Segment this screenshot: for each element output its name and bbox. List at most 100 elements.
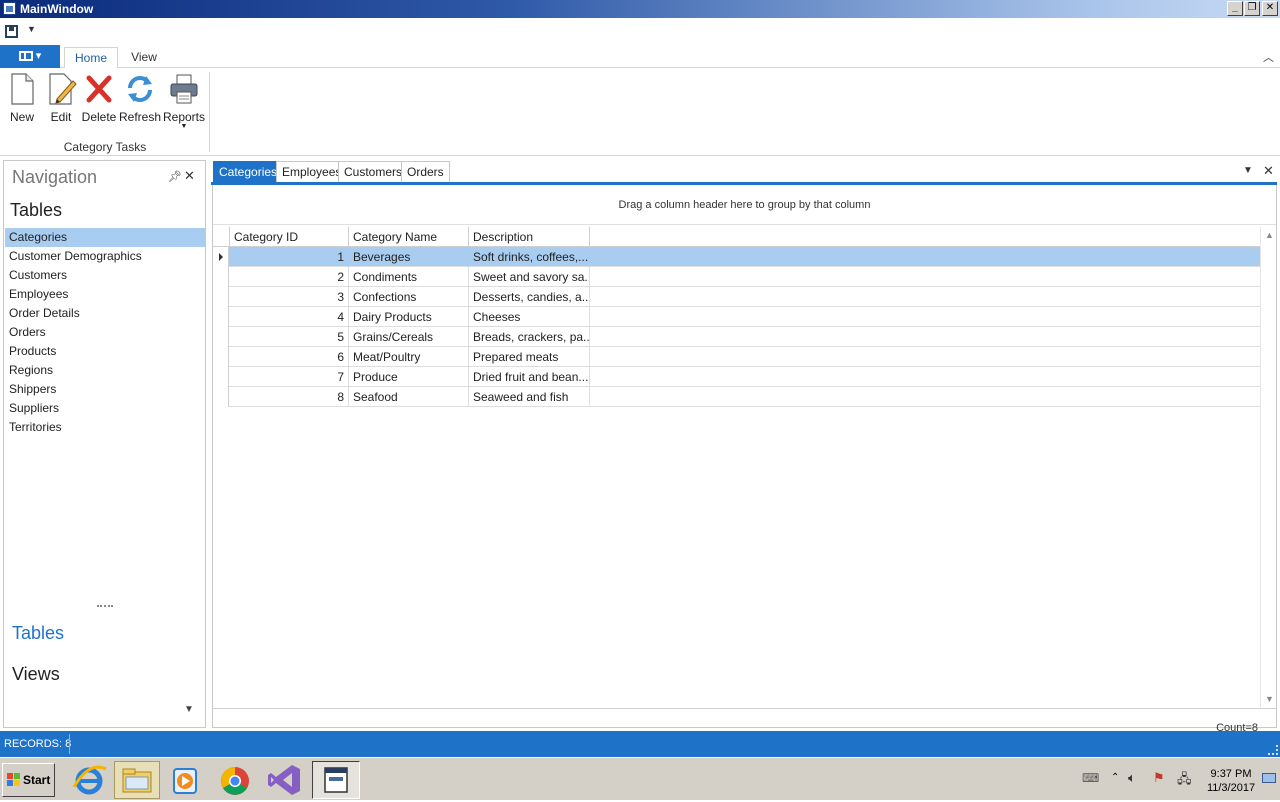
nav-item-employees[interactable]: Employees — [5, 285, 205, 304]
delete-button[interactable]: Delete — [77, 72, 121, 134]
visual-studio-icon[interactable] — [262, 761, 308, 799]
cell-category-id[interactable]: 4 — [230, 307, 349, 327]
cell-category-name[interactable]: Seafood — [349, 387, 469, 407]
chrome-icon[interactable] — [212, 761, 258, 799]
vertical-scrollbar[interactable]: ▲ ▼ — [1260, 227, 1276, 707]
table-row[interactable]: 3 Confections Desserts, candies, a... — [213, 287, 1260, 307]
cell-description[interactable]: Desserts, candies, a... — [469, 287, 590, 307]
nav-item-products[interactable]: Products — [5, 342, 205, 361]
show-hidden-icons-icon[interactable]: ⌃ — [1111, 772, 1119, 783]
chevron-down-icon[interactable]: ▼ — [184, 704, 194, 715]
cell-description[interactable]: Seaweed and fish — [469, 387, 590, 407]
nav-item-shippers[interactable]: Shippers — [5, 380, 205, 399]
doc-tab-employees[interactable]: Employees — [276, 161, 348, 182]
refresh-icon — [124, 72, 156, 106]
cell-category-name[interactable]: Grains/Cereals — [349, 327, 469, 347]
row-indicator[interactable] — [213, 387, 229, 407]
nav-item-suppliers[interactable]: Suppliers — [5, 399, 205, 418]
clock[interactable]: 9:37 PM 11/3/2017 — [1203, 767, 1259, 795]
cell-description[interactable]: Sweet and savory sa... — [469, 267, 590, 287]
volume-icon[interactable]: 🔈︎ — [1128, 770, 1136, 786]
table-row[interactable]: 1 Beverages Soft drinks, coffees,... — [213, 247, 1260, 267]
table-row[interactable]: 7 Produce Dried fruit and bean... — [213, 367, 1260, 387]
app-window-icon[interactable] — [312, 761, 360, 799]
cell-description[interactable]: Cheeses — [469, 307, 590, 327]
network-icon[interactable]: 🖧︎ — [1177, 770, 1192, 792]
resize-grip[interactable] — [1268, 745, 1278, 755]
close-window-button[interactable]: ✕ — [1262, 1, 1278, 16]
doc-tab-customers[interactable]: Customers — [338, 161, 409, 182]
row-indicator[interactable] — [213, 327, 229, 347]
cell-category-id[interactable]: 3 — [230, 287, 349, 307]
pin-icon[interactable]: 📌︎ — [168, 170, 182, 183]
cell-category-name[interactable]: Condiments — [349, 267, 469, 287]
media-player-icon[interactable] — [162, 761, 208, 799]
cell-category-name[interactable]: Confections — [349, 287, 469, 307]
new-document-icon — [6, 72, 38, 106]
file-explorer-icon[interactable] — [114, 761, 160, 799]
cell-description[interactable]: Dried fruit and bean... — [469, 367, 590, 387]
tab-home[interactable]: Home — [64, 47, 118, 69]
nav-item-orders[interactable]: Orders — [5, 323, 205, 342]
nav-item-categories[interactable]: Categories — [5, 228, 205, 247]
table-row[interactable]: 8 Seafood Seaweed and fish — [213, 387, 1260, 407]
tab-list-dropdown-icon[interactable]: ▼ — [1243, 165, 1253, 176]
table-row[interactable]: 6 Meat/Poultry Prepared meats — [213, 347, 1260, 367]
start-button[interactable]: Start — [2, 763, 55, 797]
nav-item-territories[interactable]: Territories — [5, 418, 205, 437]
nav-group-views[interactable]: Views — [12, 664, 60, 685]
cell-description[interactable]: Breads, crackers, pa... — [469, 327, 590, 347]
save-icon[interactable] — [5, 25, 18, 38]
doc-tab-orders[interactable]: Orders — [401, 161, 450, 182]
row-indicator[interactable] — [213, 287, 229, 307]
cell-description[interactable]: Soft drinks, coffees,... — [469, 247, 590, 267]
show-desktop-icon[interactable] — [1262, 773, 1276, 783]
cell-category-id[interactable]: 7 — [230, 367, 349, 387]
keyboard-icon[interactable]: ⌨ — [1082, 771, 1099, 785]
row-indicator[interactable] — [213, 367, 229, 387]
cell-category-id[interactable]: 1 — [230, 247, 349, 267]
row-indicator[interactable] — [213, 247, 229, 267]
nav-item-order-details[interactable]: Order Details — [5, 304, 205, 323]
collapse-ribbon-icon[interactable]: ︿ — [1263, 49, 1274, 65]
nav-close-icon[interactable]: ✕ — [184, 168, 195, 184]
column-header-category-name[interactable]: Category Name — [349, 227, 469, 247]
tab-view[interactable]: View — [124, 47, 164, 69]
restore-button[interactable]: ❐ — [1244, 1, 1260, 16]
table-row[interactable]: 4 Dairy Products Cheeses — [213, 307, 1260, 327]
action-center-flag-icon[interactable]: ⚑ — [1153, 770, 1165, 786]
cell-category-id[interactable]: 6 — [230, 347, 349, 367]
nav-item-regions[interactable]: Regions — [5, 361, 205, 380]
scroll-up-icon[interactable]: ▲ — [1265, 230, 1274, 240]
column-header-category-id[interactable]: Category ID — [230, 227, 349, 247]
cell-description[interactable]: Prepared meats — [469, 347, 590, 367]
close-tab-icon[interactable]: ✕ — [1263, 163, 1274, 179]
table-row[interactable]: 2 Condiments Sweet and savory sa... — [213, 267, 1260, 287]
application-menu-button[interactable]: ▾ — [0, 45, 60, 68]
customize-qat-dropdown-icon[interactable]: ▼ — [27, 24, 36, 34]
scroll-down-icon[interactable]: ▼ — [1265, 694, 1274, 704]
table-row[interactable]: 5 Grains/Cereals Breads, crackers, pa... — [213, 327, 1260, 347]
cell-category-id[interactable]: 2 — [230, 267, 349, 287]
nav-group-tables[interactable]: Tables — [12, 623, 64, 644]
cell-category-name[interactable]: Produce — [349, 367, 469, 387]
nav-item-customers[interactable]: Customers — [5, 266, 205, 285]
group-by-panel[interactable]: Drag a column header here to group by th… — [213, 185, 1276, 225]
refresh-button[interactable]: Refresh — [118, 72, 162, 134]
nav-item-customer-demographics[interactable]: Customer Demographics — [5, 247, 205, 266]
nav-splitter-handle[interactable] — [97, 605, 113, 607]
cell-category-name[interactable]: Meat/Poultry — [349, 347, 469, 367]
reports-button[interactable]: Reports ▼ — [162, 72, 206, 134]
column-header-description[interactable]: Description — [469, 227, 590, 247]
row-indicator[interactable] — [213, 347, 229, 367]
minimize-button[interactable]: _ — [1227, 1, 1243, 16]
row-indicator[interactable] — [213, 307, 229, 327]
doc-tab-categories[interactable]: Categories — [213, 161, 284, 182]
row-indicator[interactable] — [213, 267, 229, 287]
cell-category-id[interactable]: 5 — [230, 327, 349, 347]
cell-category-name[interactable]: Dairy Products — [349, 307, 469, 327]
cell-category-name[interactable]: Beverages — [349, 247, 469, 267]
cell-category-id[interactable]: 8 — [230, 387, 349, 407]
new-button[interactable]: New — [0, 72, 44, 134]
internet-explorer-icon[interactable] — [66, 761, 112, 799]
